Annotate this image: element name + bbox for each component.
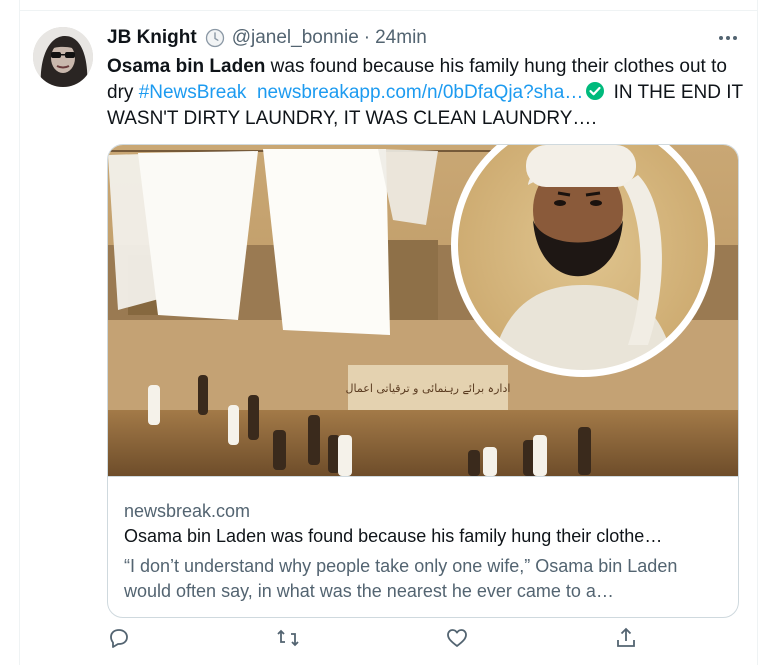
tweet-text: Osama bin Laden was found because his fa…	[107, 54, 747, 132]
url-link[interactable]: newsbreakapp.com/n/0bDfaQja?sha…	[257, 82, 583, 103]
hashtag-link[interactable]: #NewsBreak	[139, 82, 247, 103]
author-handle[interactable]: @janel_bonnie	[232, 27, 359, 49]
tweet-text-bold: Osama bin Laden	[107, 56, 266, 77]
card-description: “I don’t understand why people take only…	[124, 556, 678, 601]
clock-badge-icon	[205, 28, 224, 48]
timeline-border-left	[19, 0, 20, 665]
avatar-image	[33, 27, 93, 87]
more-icon[interactable]	[716, 28, 740, 48]
tweet-header: JB Knight @janel_bonnie · 24min	[107, 26, 427, 50]
card-domain: newsbreak.com	[124, 501, 251, 521]
timeline-border-top	[19, 10, 758, 11]
like-icon[interactable]	[445, 626, 469, 650]
author-name[interactable]: JB Knight	[107, 27, 197, 49]
tweet-actions	[0, 626, 767, 666]
wall-sign-text: ادارہ برائے رہنمائی و ترقیاتی اعمال	[346, 382, 511, 395]
tweet-timestamp[interactable]: 24min	[375, 27, 427, 49]
reply-icon[interactable]	[107, 626, 131, 650]
avatar[interactable]	[33, 27, 93, 87]
link-card[interactable]: ادارہ برائے رہنمائی و ترقیاتی اعمال news…	[107, 144, 739, 618]
retweet-icon[interactable]	[276, 626, 300, 650]
timeline-border-right	[757, 0, 758, 665]
header-separator: ·	[363, 27, 371, 48]
share-icon[interactable]	[614, 626, 638, 650]
card-image[interactable]: ادارہ برائے رہنمائی و ترقیاتی اعمال	[108, 145, 738, 477]
check-mark-icon	[586, 82, 605, 100]
card-title: Osama bin Laden was found because his fa…	[124, 526, 663, 546]
